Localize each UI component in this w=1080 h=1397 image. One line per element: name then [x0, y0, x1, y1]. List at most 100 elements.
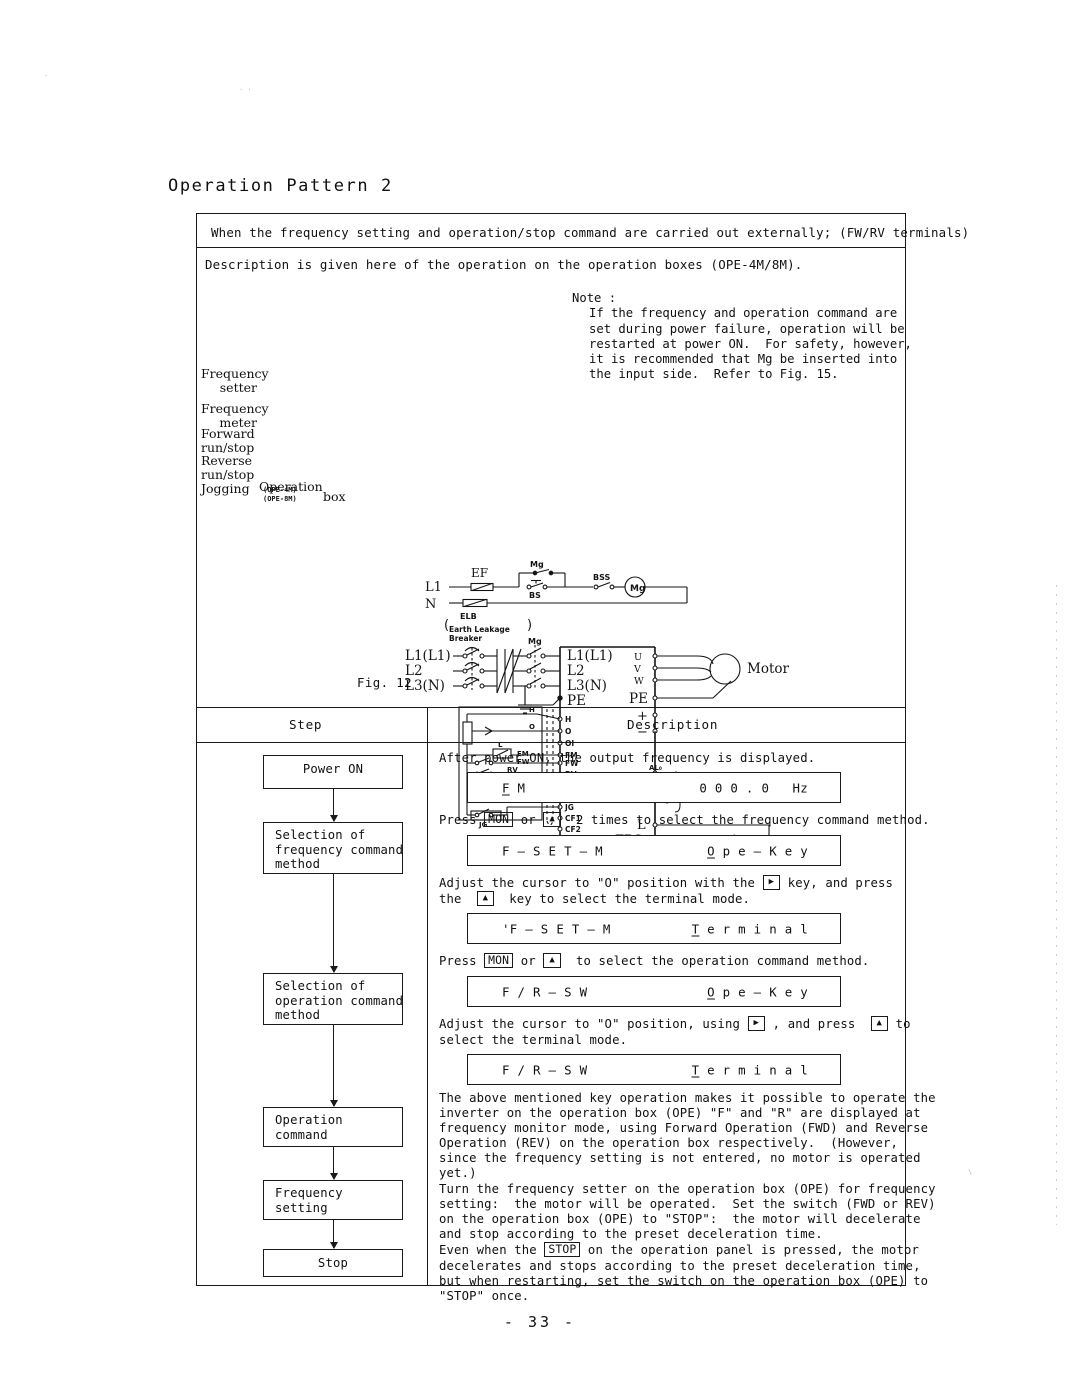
label-bss: BSS [593, 573, 611, 582]
divider [197, 707, 905, 708]
column-header-step: Step [289, 717, 323, 732]
step-box-operation-command-method: Selection of operation command method [263, 973, 403, 1025]
step-box-stop: Stop [263, 1249, 403, 1277]
lcd4-left: F / R – S W [502, 984, 588, 999]
term-jg: JG [564, 803, 574, 812]
stop-key[interactable]: STOP [544, 1242, 581, 1257]
label-mg-aux: Mg [530, 560, 544, 569]
lcd-display-1: F M 0 0 0 . 0 Hz [467, 772, 841, 803]
label-inv-l1: L1(L1) [567, 648, 613, 664]
margin-artifact [1056, 585, 1057, 1225]
scan-speckle: · · [239, 86, 252, 94]
note-label: Note : [572, 291, 617, 306]
up-arrow-key[interactable]: ▲ [476, 891, 495, 906]
mon-key[interactable]: MON [484, 812, 514, 827]
figure-caption: Fig. 12 [357, 675, 413, 690]
brace-right: ) [527, 618, 532, 633]
page-title: Operation Pattern 2 [168, 176, 393, 196]
step-box-operation-command: Operation command [263, 1107, 403, 1147]
label-ope-8m: (OPE-8M) [263, 495, 297, 503]
desc-press-1: Press MON or ▲ 2 times to select the fre… [439, 812, 930, 827]
desc-intro: After power ON, the output frequency is … [439, 751, 816, 765]
label-ef: EF [471, 566, 488, 580]
banner-text: When the frequency setting and operation… [211, 225, 970, 240]
desc-paragraph-3-line1: Even when the STOP on the operation pane… [439, 1242, 920, 1257]
flow-arrow [329, 874, 338, 973]
label-input-l1: L1(L1) [405, 648, 451, 664]
label-l1: L1 [425, 580, 442, 595]
intro-description: Description is given here of the operati… [205, 257, 803, 272]
lcd4-right: O p e – K e y [707, 984, 808, 999]
lcd5-right: T e r m i n a l [691, 1062, 808, 1077]
label-inv-l2: L2 [567, 663, 585, 679]
step-box-freq-command: Selection of frequency command method [263, 822, 403, 874]
label-jogging: Jogging [201, 481, 250, 496]
flow-arrow [329, 1025, 338, 1107]
lcd-display-2: F – S E T – M O p e – K e y [467, 835, 841, 866]
lcd3-right: T e r m i n a l [691, 921, 808, 936]
up-arrow-key[interactable]: ▲ [543, 953, 561, 968]
column-divider [427, 707, 428, 1285]
lcd1-left: F M [502, 780, 526, 795]
scan-speckle: . [44, 70, 49, 78]
desc-paragraph-2: Turn the frequency setter on the operati… [439, 1182, 936, 1242]
label-w: W [634, 676, 644, 687]
page-number: - 33 - [503, 1313, 577, 1331]
label-bs: BS [529, 591, 541, 600]
desc-adjust-2-line1: Adjust the cursor to "O" position, using… [439, 1016, 911, 1031]
label-inv-l3: L3(N) [567, 678, 607, 694]
label-u: U [634, 652, 642, 663]
flow-arrow [329, 1220, 338, 1249]
term-h: H [565, 715, 571, 724]
label-pe-right: PE [629, 691, 648, 707]
step-box-power-on: Power ON [263, 755, 403, 789]
lcd1-left-rest: M [509, 780, 526, 795]
content-frame: When the frequency setting and operation… [196, 213, 969, 1303]
document-page: . · · \ Operation Pattern 2 When the fre… [0, 0, 1080, 1397]
label-mg-coil: Mg [630, 584, 645, 594]
label-frequency-setter: Frequency setter [201, 366, 269, 395]
lcd-display-5: F / R – S W T e r m i n a l [467, 1054, 841, 1085]
label-n: N [425, 597, 436, 612]
label-elb-desc-1: Earth Leakage [449, 625, 510, 634]
lcd3-left: 'F – S E T – M [502, 921, 611, 936]
note-text: If the frequency and operation command a… [589, 306, 912, 382]
scan-speckle: \ [968, 1168, 973, 1176]
desc-adjust-2-line2: select the terminal mode. [439, 1033, 628, 1047]
label-mg-contact: Mg [528, 637, 542, 646]
label-elb-desc-2: Breaker [449, 634, 482, 643]
lcd5-left: F / R – S W [502, 1062, 588, 1077]
desc-paragraph-3-rest: decelerates and stops according to the p… [439, 1259, 929, 1304]
lcd1-right: 0 0 0 . 0 Hz [699, 780, 808, 795]
desc-paragraph-1: The above mentioned key operation makes … [439, 1091, 936, 1181]
box-term-o: O [529, 723, 535, 731]
step-box-frequency-setting: Frequency setting [263, 1180, 403, 1220]
flow-arrow [329, 789, 338, 822]
label-reverse-runstop: Reverse run/stop [201, 453, 255, 482]
lcd-display-3: 'F – S E T – M T e r m i n a l [467, 913, 841, 944]
label-motor: Motor [747, 661, 790, 677]
lcd2-left: F – S E T – M [502, 843, 603, 858]
up-arrow-key[interactable]: ▲ [870, 1016, 889, 1031]
label-v: V [633, 664, 641, 675]
lcd-display-4: F / R – S W O p e – K e y [467, 976, 841, 1007]
brace-left: ( [444, 618, 449, 633]
desc-adjust-1-line2: the ▲ key to select the terminal mode. [439, 891, 751, 906]
term-o: O [565, 727, 571, 736]
mon-key[interactable]: MON [484, 953, 514, 968]
right-arrow-key[interactable]: ▶ [747, 1016, 766, 1031]
label-operation-box-word: box [323, 489, 346, 504]
lcd2-right: O p e – K e y [707, 843, 808, 858]
desc-press-2: Press MON or ▲ to select the operation c… [439, 953, 870, 968]
label-frequency-meter: Frequency meter [201, 401, 269, 430]
flow-arrow [329, 1147, 338, 1180]
up-arrow-key[interactable]: ▲ [543, 812, 561, 827]
column-header-description: Description [627, 717, 719, 732]
divider [197, 742, 905, 743]
desc-adjust-1-line1: Adjust the cursor to "O" position with t… [439, 875, 894, 890]
right-arrow-key[interactable]: ▶ [762, 875, 781, 890]
divider [197, 247, 905, 248]
term-oi: OI [565, 739, 574, 748]
note-block: Note : If the frequency and operation co… [528, 276, 912, 398]
label-ope-4m: (OPE-4M) [263, 486, 297, 494]
